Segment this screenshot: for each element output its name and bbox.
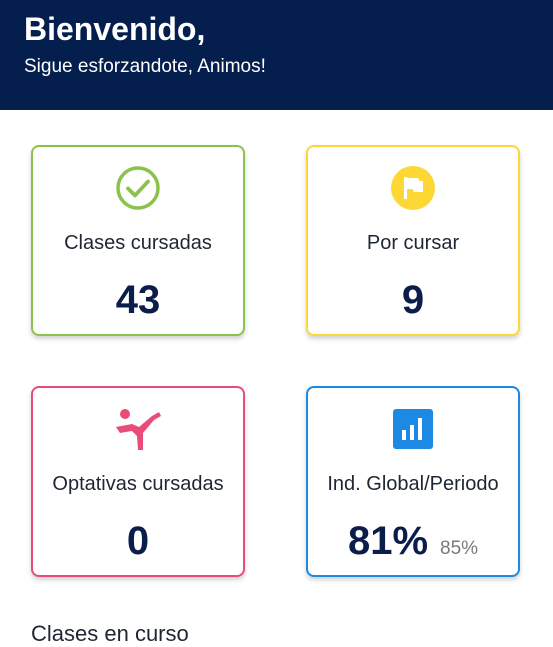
global-index-label: Ind. Global/Periodo [327, 473, 499, 495]
current-classes-section-title: Clases en curso [31, 621, 189, 646]
completed-classes-value: 43 [115, 278, 161, 322]
check-circle-icon [33, 165, 243, 211]
pending-classes-value: 9 [401, 278, 425, 322]
flag-icon [308, 165, 518, 211]
pending-classes-label: Por cursar [366, 232, 460, 254]
electives-value: 0 [126, 519, 150, 563]
welcome-title: Bienvenido, [24, 11, 206, 47]
completed-classes-card[interactable]: Clases cursadas 43 [31, 145, 245, 336]
bar-chart-icon [308, 406, 518, 452]
electives-card[interactable]: Optativas cursadas 0 [31, 386, 245, 577]
electives-label: Optativas cursadas [52, 473, 224, 495]
period-index-value: 85% [440, 538, 479, 559]
welcome-subtitle: Sigue esforzandote, Animos! [24, 56, 266, 77]
global-index-value: 81% [347, 519, 429, 563]
karate-kick-icon [33, 406, 243, 452]
global-index-values: 81% 85% [308, 518, 518, 564]
app-header: Bienvenido, Sigue esforzandote, Animos! [0, 0, 553, 110]
completed-classes-label: Clases cursadas [64, 232, 212, 254]
global-index-card[interactable]: Ind. Global/Periodo 81% 85% [306, 386, 520, 577]
pending-classes-card[interactable]: Por cursar 9 [306, 145, 520, 336]
